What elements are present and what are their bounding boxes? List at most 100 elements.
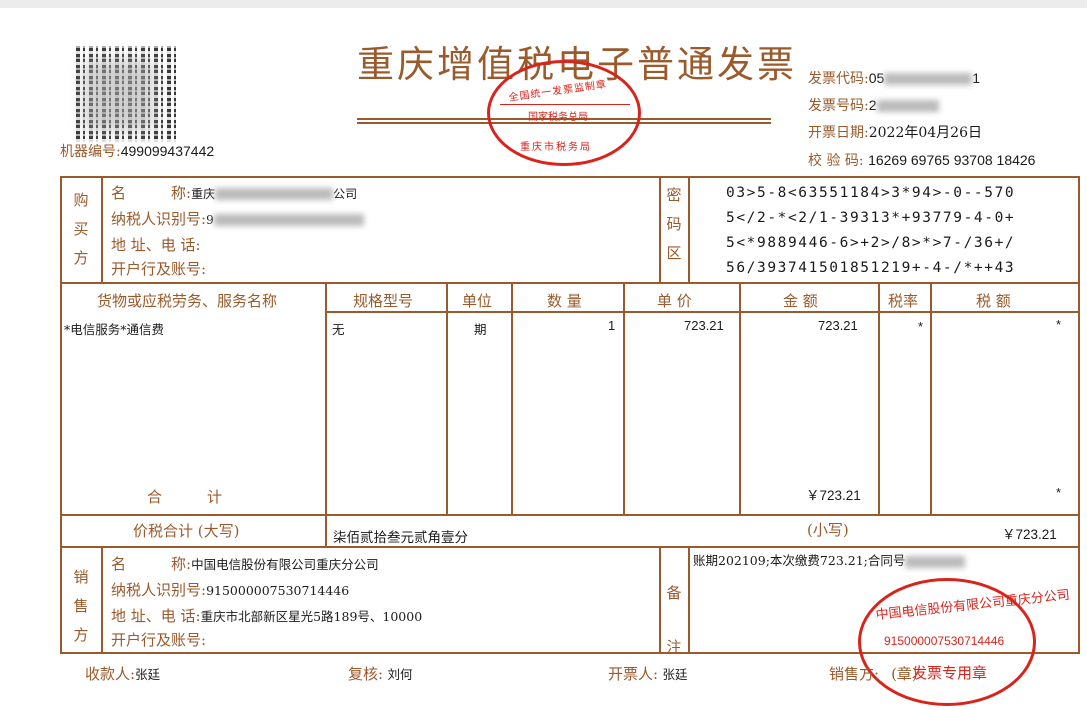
buyer-address-label: 地 址、电 话: [111, 236, 201, 254]
items-header-line [325, 311, 1080, 313]
col-header-price: 单 价 [657, 292, 692, 310]
buyer-address: 地 址、电 话: [111, 234, 201, 255]
item-amount: 723.21 [818, 318, 858, 333]
cipher-char-2: 码 [666, 215, 682, 233]
seller-tax-id: 纳税人识别号:915000007530714446 [111, 579, 349, 600]
payee: 收款人:张廷 [85, 663, 160, 684]
total-bottom-line [60, 546, 1080, 548]
invoice-number-redaction [876, 100, 939, 112]
grand-total-label: 价税合计 (大写) [133, 522, 240, 540]
payee-label: 收款人: [85, 665, 136, 683]
col-header-unit: 单位 [462, 292, 493, 310]
cipher-line: 5<*9889446-6>+2>/8>*>7-/36+/ [726, 235, 1016, 251]
seller-char-3: 方 [73, 626, 89, 644]
buyer-char-3: 方 [73, 249, 89, 267]
seller-bank: 开户行及账号: [111, 629, 206, 650]
machine-number-value: 499099437442 [120, 143, 215, 159]
check-code: 校 验 码: 16269 69765 93708 18426 [808, 150, 1035, 170]
buyer-name-tail: 公司 [333, 187, 358, 201]
reviewer-label: 复核: [348, 665, 384, 683]
col-header-qty: 数 量 [547, 292, 582, 310]
payee-value: 张廷 [135, 667, 161, 682]
seller-tax-id-value: 915000007530714446 [206, 583, 350, 598]
remarks-text-value: 账期202109;本次缴费723.21;合同号 [693, 553, 906, 568]
invoice-number-prefix: 2 [868, 97, 877, 113]
cipher-side-label: 密 码 区 [664, 181, 684, 268]
col-header-spec: 规格型号 [353, 292, 414, 310]
cipher-char-1: 密 [666, 186, 682, 204]
item-qty: 1 [608, 318, 616, 333]
issuer-value: 张廷 [662, 667, 688, 682]
buyer-tax-id-value: 9 [206, 213, 214, 227]
seller-address: 地 址、电 话:重庆市北部新区星光5路189号、10000 [111, 605, 422, 626]
seller-char-1: 销 [73, 568, 89, 586]
buyer-side-label: 购 买 方 [71, 186, 91, 273]
issue-date-label: 开票日期: [808, 125, 869, 141]
cipher-label-divider [688, 176, 690, 282]
qr-redaction [84, 60, 154, 130]
issuer: 开票人: 张廷 [608, 663, 688, 684]
invoice-code-redaction [884, 73, 973, 85]
buyer-tax-id: 纳税人识别号:9 [111, 208, 364, 229]
col-header-amount: 金 额 [783, 292, 818, 310]
grand-total-small-label: (小写) [807, 521, 849, 539]
buyer-name-label: 名 称: [111, 184, 192, 202]
tax-seal-bottom-text: 重庆市税务局 [520, 142, 592, 153]
col-divider-unit [511, 282, 513, 514]
check-code-value: 16269 69765 93708 18426 [868, 152, 1036, 168]
remarks-redaction [905, 555, 966, 568]
invoice-number: 发票号码:2 [808, 95, 939, 115]
tax-seal-middle-text: 国家税务总局 [528, 112, 588, 123]
seller-address-value: 重庆市北部新区星光5路189号、10000 [200, 609, 423, 624]
check-code-label: 校 验 码: [808, 153, 864, 169]
seller-side-label: 销 售 方 [71, 563, 91, 650]
invoice-code-label: 发票代码: [808, 71, 869, 87]
item-spec: 无 [332, 322, 345, 337]
item-unit: 期 [474, 322, 487, 337]
seller-name-label: 名 称: [111, 555, 192, 573]
machine-number-label: 机器编号: [60, 144, 121, 160]
cipher-line: 5</2-*<2/1-39313*+93779-4-0+ [726, 210, 1016, 226]
col-header-name: 货物或应税劳务、服务名称 [97, 292, 278, 310]
col-divider-spec [446, 282, 448, 514]
col-divider-name [325, 282, 327, 546]
issuer-label: 开票人: [608, 665, 659, 683]
invoice-code-suffix: 1 [972, 70, 981, 86]
remarks-char-1: 备 [666, 584, 682, 602]
issue-date-value: 2022年04月26日 [868, 125, 982, 141]
seller-char-2: 售 [73, 597, 89, 615]
buyer-bottom-line [60, 282, 1080, 284]
remarks-label-divider [688, 546, 690, 654]
item-rate: * [918, 319, 924, 334]
subtotal-tax: * [1056, 485, 1062, 500]
seller-seal-number: 915000007530714446 [884, 634, 1005, 648]
seller-name-value: 中国电信股份有限公司重庆分公司 [191, 557, 379, 572]
invoice-code-prefix: 05 [868, 70, 885, 86]
seller-tax-id-label: 纳税人识别号: [111, 581, 207, 599]
col-header-rate: 税率 [888, 292, 919, 310]
cipher-left-divider [659, 176, 661, 282]
buyer-name: 名 称:重庆 公司 [111, 182, 357, 203]
buyer-char-1: 购 [73, 191, 89, 209]
cipher-line: 56/393741501851219+-4-/*++43 [726, 260, 1016, 276]
grand-total-small-value: ￥723.21 [1002, 527, 1057, 542]
invoice-number-label: 发票号码: [808, 98, 869, 114]
buyer-char-2: 买 [73, 220, 89, 238]
grand-total-upper: 柒佰贰拾叁元贰角壹分 [333, 530, 468, 546]
remarks-left-divider [659, 546, 661, 654]
subtotal-label: 合 计 [147, 488, 223, 506]
seller-stamp: 销售方: (章) [829, 663, 918, 684]
buyer-bank: 开户行及账号: [111, 258, 206, 279]
machine-number: 机器编号:499099437442 [60, 141, 214, 161]
seller-address-label: 地 址、电 话: [111, 607, 201, 625]
invoice-code: 发票代码:05 1 [808, 68, 980, 88]
cipher-char-3: 区 [666, 244, 682, 262]
buyer-name-redaction [215, 188, 334, 200]
seller-name: 名 称:中国电信股份有限公司重庆分公司 [111, 553, 379, 574]
buyer-tax-id-redaction [213, 214, 364, 226]
col-header-tax: 税 额 [976, 292, 1011, 310]
buyer-name-value: 重庆 [191, 187, 216, 201]
seller-side-divider [101, 546, 103, 654]
reviewer: 复核: 刘何 [348, 663, 413, 684]
item-name: *电信服务*通信费 [64, 322, 165, 337]
